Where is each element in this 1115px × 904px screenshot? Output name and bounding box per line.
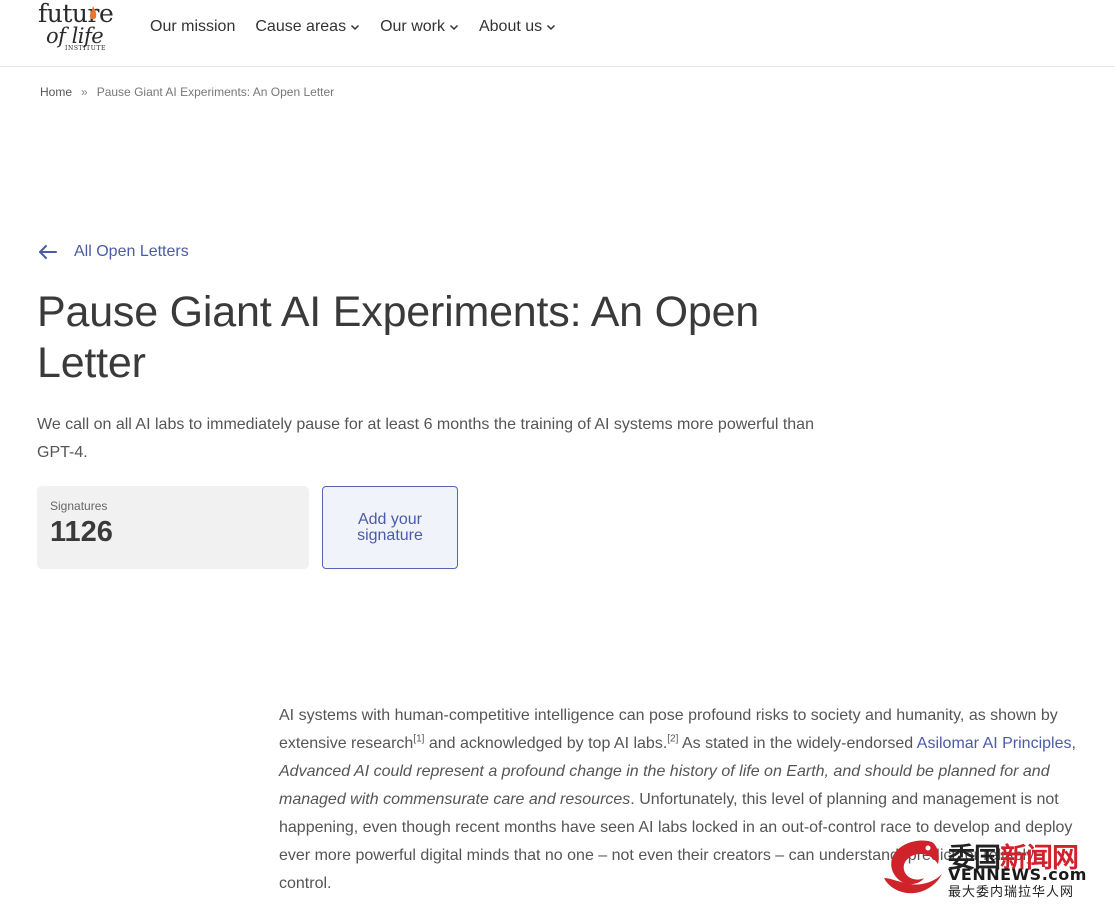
add-signature-button[interactable]: Add your signature	[322, 486, 458, 569]
back-link-label: All Open Letters	[74, 243, 189, 260]
chevron-down-icon	[547, 24, 556, 31]
breadcrumb-separator: »	[81, 85, 88, 99]
logo-line-3: INSTITUTE	[65, 45, 106, 52]
signatures-count: 1126	[50, 516, 113, 548]
nav-cause-areas[interactable]: Cause areas	[255, 18, 360, 36]
asilomar-principles-link[interactable]: Asilomar AI Principles	[917, 735, 1072, 752]
vennews-watermark: 委国新闻网 VENNEWS.com 最大委内瑞拉华人网	[880, 836, 1110, 900]
all-open-letters-link[interactable]: All Open Letters	[38, 243, 189, 261]
signatures-label: Signatures	[50, 499, 108, 513]
dragon-logo-icon	[884, 840, 942, 894]
watermark-slogan: 最大委内瑞拉华人网	[948, 885, 1075, 900]
footnote-ref-1[interactable]: [1]	[413, 734, 424, 745]
signatures-counter: Signatures 1126	[37, 486, 309, 569]
body-text: and acknowledged by top AI labs.	[424, 735, 668, 752]
breadcrumb-home[interactable]: Home	[40, 85, 72, 99]
nav-label: About us	[478, 18, 543, 35]
breadcrumb-current: Pause Giant AI Experiments: An Open Lett…	[96, 85, 335, 99]
body-text: ,	[1071, 735, 1076, 752]
flame-icon	[89, 6, 97, 20]
fli-logo[interactable]: future of life INSTITUTE	[37, 0, 114, 54]
page-subtitle: We call on all AI labs to immediately pa…	[37, 416, 814, 461]
chevron-down-icon	[351, 24, 360, 31]
footnote-ref-2[interactable]: [2]	[667, 734, 678, 745]
breadcrumb: Home » Pause Giant AI Experiments: An Op…	[40, 85, 334, 99]
nav-about-us[interactable]: About us	[479, 18, 556, 36]
body-text: As stated in the widely-endorsed	[678, 735, 917, 752]
add-signature-label: Add your signature	[357, 510, 423, 544]
chevron-down-icon	[449, 24, 459, 31]
page-title: Pause Giant AI Experiments: An Open Lett…	[37, 288, 760, 387]
nav-our-mission[interactable]: Our mission	[150, 18, 235, 36]
nav-label: Cause areas	[255, 18, 347, 35]
arrow-left-icon	[39, 245, 57, 259]
nav-our-work[interactable]: Our work	[380, 18, 459, 36]
nav-label: Our mission	[150, 18, 236, 35]
nav-label: Our work	[380, 18, 445, 35]
main-nav: Our mission Cause areas Our work About u…	[150, 18, 576, 36]
site-header: future of life INSTITUTE Our mission Cau…	[0, 0, 1115, 67]
